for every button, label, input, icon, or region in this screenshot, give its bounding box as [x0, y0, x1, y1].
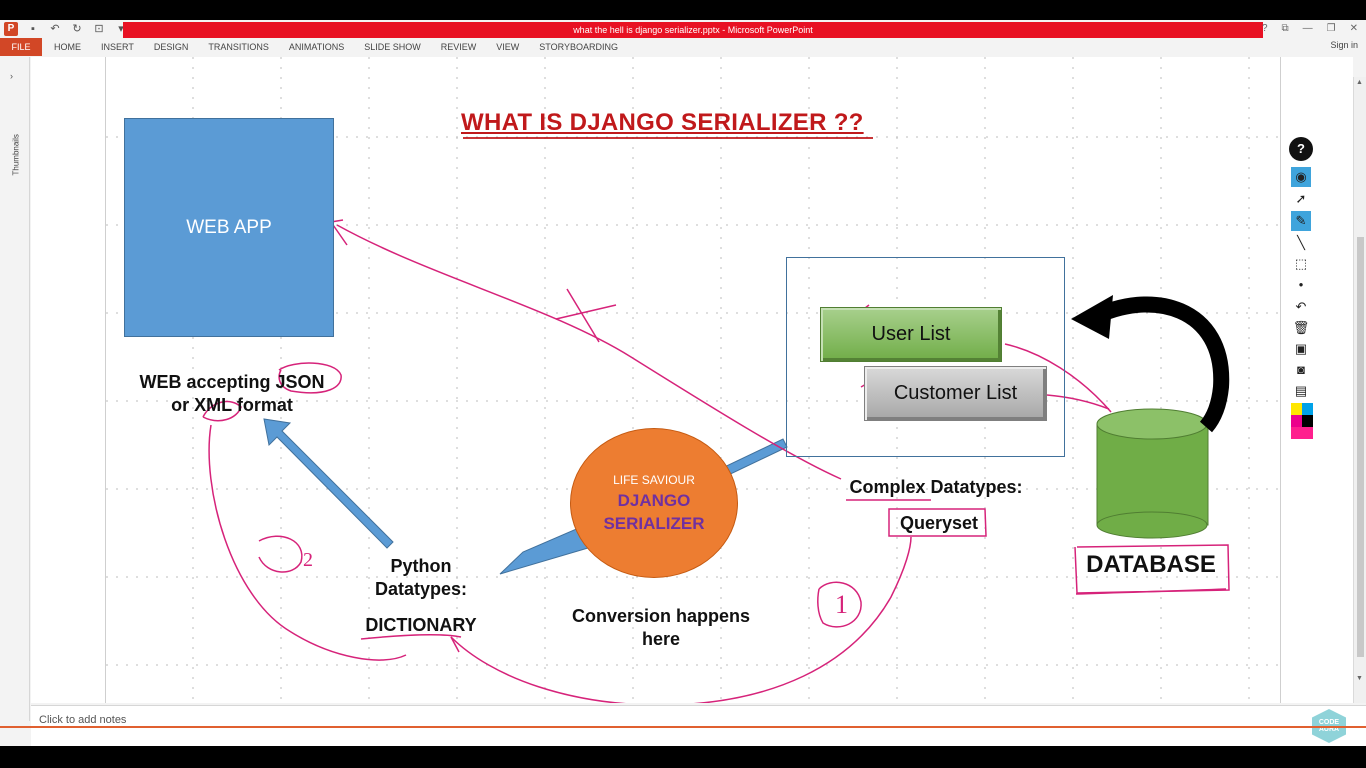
annotation-step-2: 2: [303, 549, 313, 571]
tab-file[interactable]: FILE: [0, 38, 42, 56]
quick-access-toolbar: P ▪ ↶ ↻ ⊡ ▾: [4, 21, 128, 37]
tab-storyboarding[interactable]: STORYBOARDING: [529, 38, 628, 56]
python-line2: Datatypes:: [374, 579, 468, 599]
annotation-step-1: 1: [835, 590, 848, 619]
python-line1: Python: [390, 556, 452, 576]
scrollbar-thumb[interactable]: [1357, 237, 1364, 657]
eraser-icon[interactable]: ⬚: [1291, 254, 1311, 274]
black-curved-arrow: [1071, 295, 1230, 433]
conversion-line1: Conversion happens: [571, 606, 751, 626]
scroll-up-icon[interactable]: ▲: [1356, 79, 1363, 86]
conversion-label[interactable]: Conversion happens here: [551, 605, 771, 651]
color-swatch-pink[interactable]: [1291, 427, 1302, 439]
screen: P ▪ ↶ ↻ ⊡ ▾ what the hell is django seri…: [0, 0, 1366, 768]
undo-icon[interactable]: ↶: [1291, 297, 1311, 317]
restore-icon[interactable]: ❐: [1327, 22, 1336, 36]
logo-line1: CODE: [1318, 719, 1340, 726]
life-saviour-label: LIFE SAVIOUR: [613, 473, 695, 487]
presenter-icon[interactable]: ⊡: [92, 22, 106, 36]
minimize-icon[interactable]: —: [1303, 22, 1313, 36]
help-icon[interactable]: ?: [1289, 137, 1313, 161]
tab-animations[interactable]: ANIMATIONS: [279, 38, 354, 56]
title-highlight: what the hell is django serializer.pptx …: [123, 22, 1263, 38]
clipboard-icon[interactable]: ▤: [1291, 381, 1311, 401]
tab-view[interactable]: VIEW: [486, 38, 529, 56]
camera-icon[interactable]: ◙: [1291, 360, 1311, 380]
tab-insert[interactable]: INSERT: [91, 38, 144, 56]
taskbar-accent: [0, 726, 1366, 728]
powerpoint-window: P ▪ ↶ ↻ ⊡ ▾ what the hell is django seri…: [0, 20, 1366, 746]
ribbon-display-icon[interactable]: ⧉: [1282, 22, 1289, 36]
tab-review[interactable]: REVIEW: [431, 38, 487, 56]
help-icon[interactable]: ?: [1262, 22, 1268, 36]
tab-slide-show[interactable]: SLIDE SHOW: [354, 38, 431, 56]
database-label[interactable]: DATABASE: [1081, 551, 1221, 579]
pen-icon[interactable]: ╲: [1291, 233, 1311, 253]
color-swatch-blue[interactable]: [1302, 403, 1313, 415]
eye-icon[interactable]: ◉: [1291, 167, 1311, 187]
web-caption-line2: or XML format: [171, 395, 293, 415]
django-serializer-label: DJANGO SERIALIZER: [576, 489, 732, 535]
complex-datatypes-label[interactable]: Complex Datatypes:: [836, 477, 1036, 498]
expand-thumbnails-icon[interactable]: ›: [10, 71, 13, 81]
select-arrow-icon[interactable]: ➚: [1291, 189, 1311, 209]
title-bar: P ▪ ↶ ↻ ⊡ ▾ what the hell is django seri…: [0, 20, 1366, 38]
tab-home[interactable]: HOME: [44, 38, 91, 56]
serializer-line2: SERIALIZER: [603, 514, 705, 533]
slide-editing-area: WHAT IS DJANGO SERIALIZER ?? WEB APP WEB…: [31, 57, 1353, 703]
dictionary-label[interactable]: DICTIONARY: [351, 615, 491, 636]
dot-icon[interactable]: ●: [1291, 275, 1311, 295]
sign-in-link[interactable]: Sign in: [1330, 40, 1358, 50]
ribbon-tabs: FILE HOME INSERT DESIGN TRANSITIONS ANIM…: [0, 38, 1366, 56]
tab-transitions[interactable]: TRANSITIONS: [198, 38, 279, 56]
undo-icon[interactable]: ↶: [48, 22, 62, 36]
web-caption-line1: WEB accepting JSON: [139, 372, 325, 392]
tab-design[interactable]: DESIGN: [144, 38, 199, 56]
highlighter-icon[interactable]: ✎: [1291, 211, 1311, 231]
user-list-shape[interactable]: User List: [820, 307, 1002, 362]
color-swatch-yellow[interactable]: [1291, 403, 1302, 415]
window-controls: ? ⧉ — ❐ ✕: [1262, 22, 1358, 36]
conversion-line2: here: [641, 629, 681, 649]
pen-annotation-toolbar: ? ◉ ➚ ✎ ╲ ⬚ ● ↶ 🗑 ▣ ◙ ▤: [1289, 137, 1313, 449]
database-cylinder: [1096, 408, 1209, 539]
window-title: what the hell is django serializer.pptx …: [573, 25, 813, 35]
thumbnails-label[interactable]: Thumbnails: [12, 134, 21, 175]
scroll-down-icon[interactable]: ▼: [1356, 675, 1363, 682]
vertical-scrollbar[interactable]: ▲ ▼: [1353, 77, 1366, 703]
color-swatch-magenta[interactable]: [1291, 415, 1302, 427]
arrow-python-to-web: [263, 418, 394, 549]
color-swatch-black[interactable]: [1302, 415, 1313, 427]
color-swatch-pink-2[interactable]: [1302, 427, 1313, 439]
web-app-label: WEB APP: [186, 217, 272, 238]
slide-title[interactable]: WHAT IS DJANGO SERIALIZER ??: [461, 109, 864, 137]
powerpoint-logo-icon[interactable]: P: [4, 22, 18, 36]
trash-icon[interactable]: 🗑: [1291, 318, 1311, 338]
screenshot-icon[interactable]: ▣: [1291, 339, 1311, 359]
close-icon[interactable]: ✕: [1350, 22, 1358, 36]
serializer-line1: DJANGO: [617, 491, 691, 510]
customer-list-shape[interactable]: Customer List: [864, 366, 1047, 421]
thumbnails-pane: › Thumbnails: [0, 57, 30, 721]
queryset-label[interactable]: Queryset: [891, 513, 987, 534]
notes-placeholder[interactable]: Click to add notes: [39, 714, 126, 726]
python-datatypes-label[interactable]: Python Datatypes:: [351, 555, 491, 601]
save-icon[interactable]: ▪: [26, 22, 40, 36]
redo-icon[interactable]: ↻: [70, 22, 84, 36]
web-format-caption[interactable]: WEB accepting JSON or XML format: [127, 371, 337, 417]
